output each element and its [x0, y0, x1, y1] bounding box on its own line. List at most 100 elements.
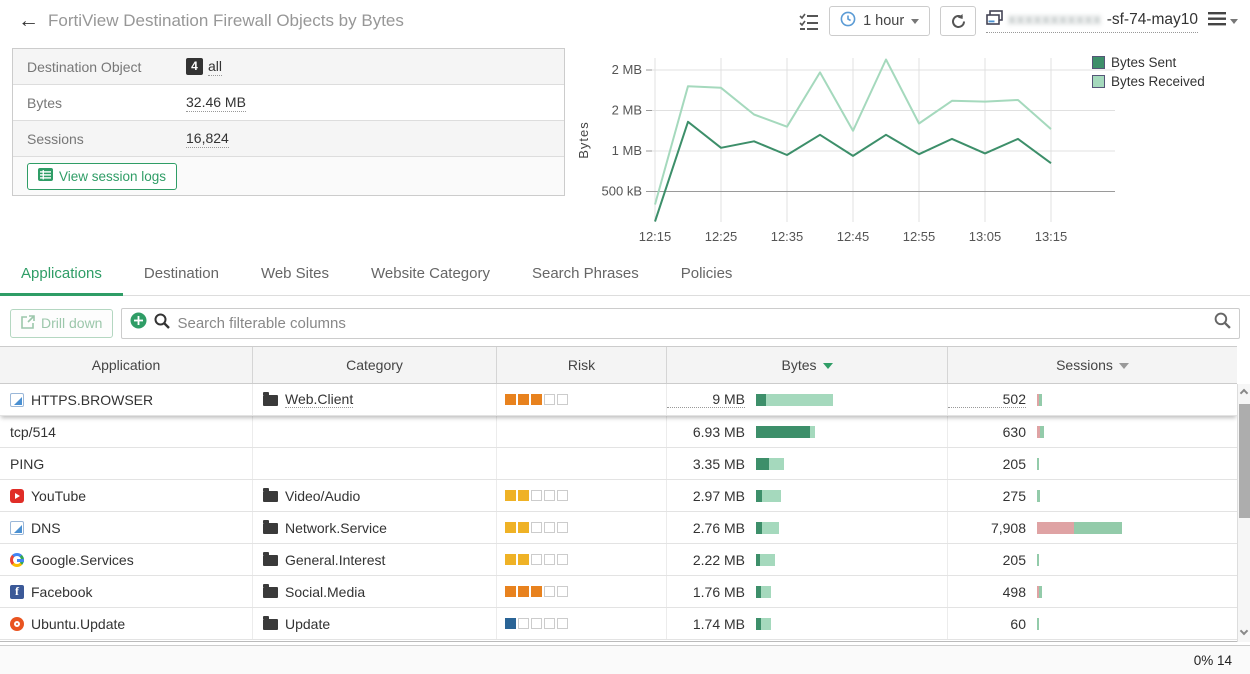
time-range-dropdown[interactable]: 1 hour: [829, 6, 930, 36]
application-cell[interactable]: Ubuntu.Update: [0, 608, 253, 639]
table-row[interactable]: Google.Services General.Interest 2.22 MB 20…: [0, 544, 1237, 576]
bytes-cell[interactable]: 9 MB: [667, 384, 948, 415]
bytes-cell[interactable]: 6.93 MB: [667, 416, 948, 447]
bytes-cell[interactable]: 3.35 MB: [667, 448, 948, 479]
table-row[interactable]: Ubuntu.Update Update 1.74 MB 60: [0, 608, 1237, 640]
bytes-total-value[interactable]: 32.46 MB: [186, 94, 246, 112]
sessions-cell[interactable]: 205: [948, 544, 1237, 575]
tab-web-sites[interactable]: Web Sites: [240, 252, 350, 295]
application-cell[interactable]: DNS: [0, 512, 253, 543]
sessions-value[interactable]: 60: [948, 616, 1026, 632]
table-row[interactable]: tcp/514 6.93 MB 630: [0, 416, 1237, 448]
bytes-value[interactable]: 3.35 MB: [667, 456, 745, 472]
main-menu-button[interactable]: [1208, 12, 1238, 31]
risk-square: [557, 618, 568, 629]
application-cell[interactable]: HTTPS.BROWSER: [0, 384, 253, 415]
scrollbar-thumb[interactable]: [1239, 404, 1250, 518]
refresh-button[interactable]: [940, 6, 976, 36]
application-cell[interactable]: PING: [0, 448, 253, 479]
sessions-value[interactable]: 205: [948, 552, 1026, 568]
risk-square: [557, 522, 568, 533]
bytes-value[interactable]: 6.93 MB: [667, 424, 745, 440]
table-row[interactable]: Facebook Social.Media 1.76 MB 498: [0, 576, 1237, 608]
tab-destination[interactable]: Destination: [123, 252, 240, 295]
scroll-down-icon[interactable]: [1240, 627, 1248, 635]
category-cell[interactable]: Network.Service: [253, 512, 497, 543]
sessions-cell[interactable]: 7,908: [948, 512, 1237, 543]
risk-square: [544, 586, 555, 597]
table-row[interactable]: HTTPS.BROWSER Web.Client 9 MB 502: [0, 384, 1237, 416]
sessions-cell[interactable]: 60: [948, 608, 1237, 639]
bytes-value[interactable]: 9 MB: [667, 391, 745, 408]
bytes-value[interactable]: 2.22 MB: [667, 552, 745, 568]
checklist-icon[interactable]: [799, 12, 819, 30]
bytes-cell[interactable]: 1.74 MB: [667, 608, 948, 639]
bytes-value[interactable]: 1.76 MB: [667, 584, 745, 600]
tab-policies[interactable]: Policies: [660, 252, 754, 295]
category-cell[interactable]: Update: [253, 608, 497, 639]
bytes-value[interactable]: 2.97 MB: [667, 488, 745, 504]
risk-square: [531, 394, 542, 405]
bytes-cell[interactable]: 2.22 MB: [667, 544, 948, 575]
category-cell[interactable]: General.Interest: [253, 544, 497, 575]
category-label[interactable]: Social.Media: [285, 584, 365, 600]
add-filter-icon[interactable]: [130, 312, 147, 334]
sessions-value[interactable]: 275: [948, 488, 1026, 504]
table-row[interactable]: PING 3.35 MB 205: [0, 448, 1237, 480]
category-cell[interactable]: [253, 416, 497, 447]
bytes-value[interactable]: 2.76 MB: [667, 520, 745, 536]
risk-square: [531, 522, 542, 533]
table-row[interactable]: DNS Network.Service 2.76 MB 7,908: [0, 512, 1237, 544]
category-label[interactable]: Web.Client: [285, 391, 353, 408]
category-label[interactable]: Network.Service: [285, 520, 387, 536]
application-cell[interactable]: Facebook: [0, 576, 253, 607]
column-header-bytes[interactable]: Bytes: [667, 347, 948, 383]
category-cell[interactable]: [253, 448, 497, 479]
column-header-application[interactable]: Application: [0, 347, 253, 383]
sessions-value[interactable]: 7,908: [948, 520, 1026, 536]
sessions-cell[interactable]: 630: [948, 416, 1237, 447]
application-cell[interactable]: YouTube: [0, 480, 253, 511]
sessions-cell[interactable]: 498: [948, 576, 1237, 607]
vertical-scrollbar[interactable]: [1237, 384, 1250, 642]
category-label[interactable]: Update: [285, 616, 330, 632]
tab-website-category[interactable]: Website Category: [350, 252, 511, 295]
view-session-logs-button[interactable]: View session logs: [27, 163, 177, 190]
sessions-cell[interactable]: 275: [948, 480, 1237, 511]
bytes-cell[interactable]: 1.76 MB: [667, 576, 948, 607]
category-cell[interactable]: Social.Media: [253, 576, 497, 607]
risk-square: [505, 618, 516, 629]
sessions-value[interactable]: 630: [948, 424, 1026, 440]
sessions-total-value[interactable]: 16,824: [186, 130, 229, 148]
destination-value[interactable]: all: [208, 58, 222, 76]
table-row[interactable]: YouTube Video/Audio 2.97 MB 275: [0, 480, 1237, 512]
filter-search-bar[interactable]: [121, 308, 1240, 339]
application-cell[interactable]: tcp/514: [0, 416, 253, 447]
category-label[interactable]: Video/Audio: [285, 488, 360, 504]
column-header-category[interactable]: Category: [253, 347, 497, 383]
scroll-up-icon[interactable]: [1240, 389, 1248, 397]
bytes-value[interactable]: 1.74 MB: [667, 616, 745, 632]
category-cell[interactable]: Web.Client: [253, 384, 497, 415]
bytes-cell[interactable]: 2.76 MB: [667, 512, 948, 543]
sessions-value[interactable]: 498: [948, 584, 1026, 600]
sessions-cell[interactable]: 205: [948, 448, 1237, 479]
column-header-risk[interactable]: Risk: [497, 347, 667, 383]
sessions-cell[interactable]: 502: [948, 384, 1237, 415]
sessions-value[interactable]: 502: [948, 391, 1026, 408]
sessions-value[interactable]: 205: [948, 456, 1026, 472]
chart-legend: Bytes Sent Bytes Received: [1092, 55, 1205, 89]
risk-square: [505, 522, 516, 533]
drill-down-button[interactable]: Drill down: [10, 309, 113, 338]
tab-search-phrases[interactable]: Search Phrases: [511, 252, 660, 295]
search-input[interactable]: [177, 315, 1207, 332]
bytes-cell[interactable]: 2.97 MB: [667, 480, 948, 511]
category-label[interactable]: General.Interest: [285, 552, 385, 568]
application-cell[interactable]: Google.Services: [0, 544, 253, 575]
back-arrow-icon[interactable]: ←: [18, 9, 39, 33]
tab-applications[interactable]: Applications: [0, 252, 123, 295]
category-cell[interactable]: Video/Audio: [253, 480, 497, 511]
hostname[interactable]: xxxxxxxxxxx-sf-74-may10: [986, 10, 1198, 33]
column-header-sessions[interactable]: Sessions: [948, 347, 1237, 383]
search-submit-icon[interactable]: [1214, 312, 1231, 334]
